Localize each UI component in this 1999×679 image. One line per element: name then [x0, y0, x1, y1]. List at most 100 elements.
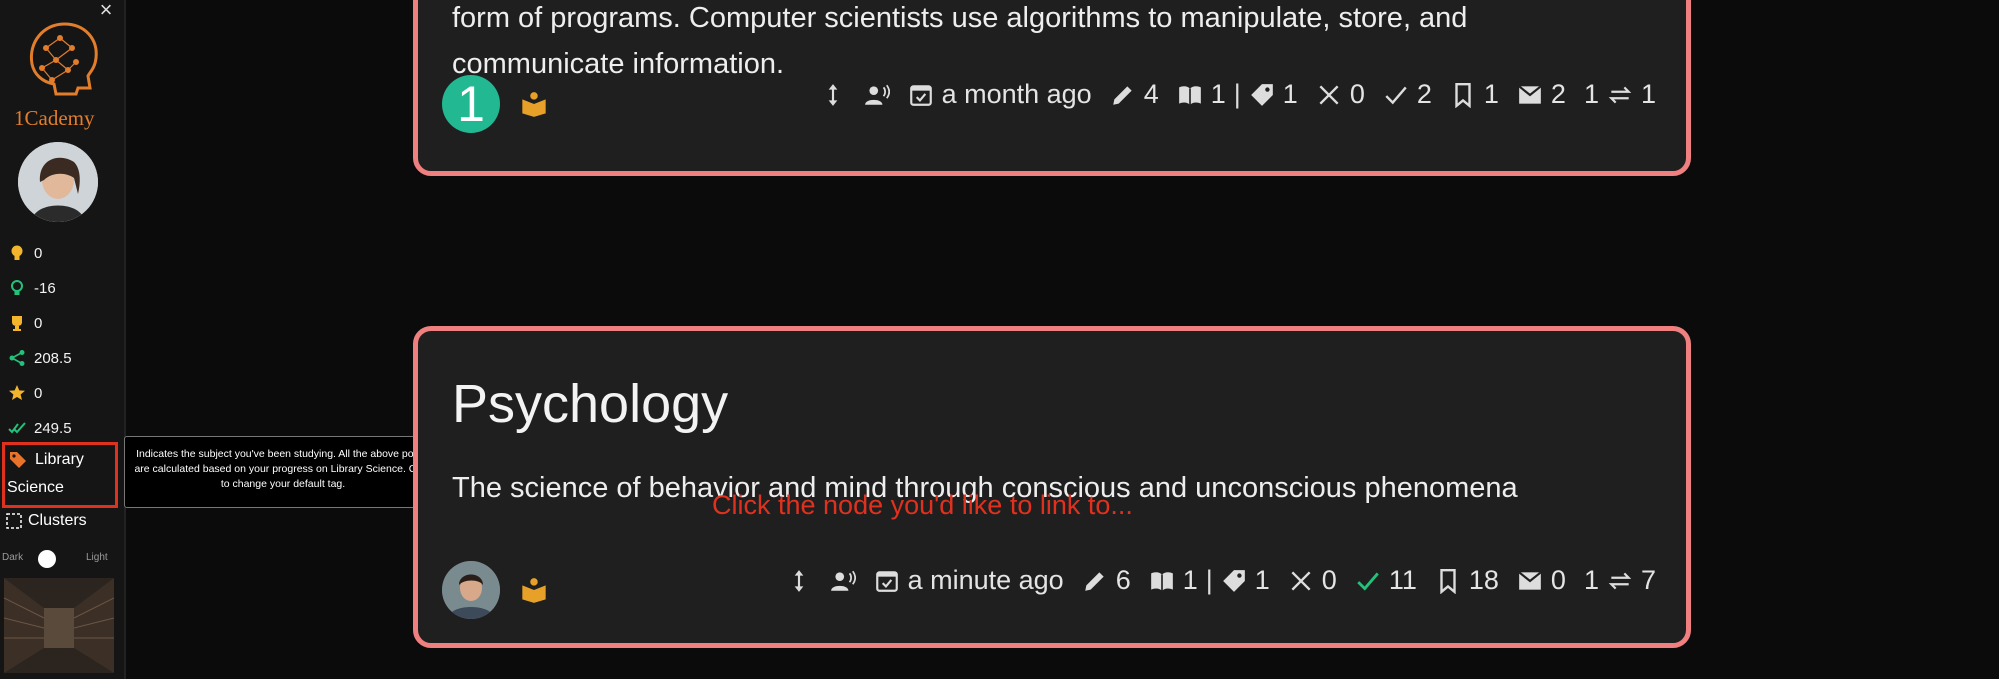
time-text: a month ago [941, 79, 1092, 109]
correct-metric[interactable]: 11 [1355, 565, 1417, 596]
book-icon [1178, 85, 1201, 105]
refs-count: 1 [1182, 565, 1198, 595]
double-check-icon [8, 422, 26, 434]
child-links-count: 7 [1640, 565, 1656, 595]
trophy-icon [12, 316, 22, 331]
links-metric[interactable]: 11 [1584, 79, 1656, 110]
node-description: form of programs. Computer scientists us… [452, 2, 1468, 80]
clusters-label: Clusters [28, 512, 87, 529]
refs-count: 1 [1210, 79, 1226, 109]
stat-row: 0 [8, 382, 42, 404]
swap-arrows-icon [1608, 86, 1632, 103]
swap-arrows-icon [1608, 572, 1632, 589]
expand-metric[interactable] [786, 568, 812, 594]
check-icon [1385, 86, 1407, 104]
edits-metric[interactable]: 4 [1110, 79, 1159, 110]
calendar-check-icon [875, 570, 898, 592]
stat-row: 0 [8, 312, 42, 334]
node-footer: a minute ago 6 1 | 1 0 11 18 0 17 [418, 561, 1686, 619]
stat-value: 0 [34, 314, 43, 332]
open-book-icon[interactable] [520, 90, 548, 118]
voice-icon [864, 84, 890, 105]
stat-value: 208.5 [34, 349, 72, 367]
tags-count: 1 [1282, 79, 1298, 109]
theme-light-label: Light [86, 552, 108, 563]
author-avatar[interactable] [442, 561, 500, 619]
edits-count: 4 [1143, 79, 1159, 109]
clusters-toggle[interactable]: Clusters [6, 512, 87, 530]
parent-links-count: 1 [1583, 565, 1599, 595]
bookmark-metric[interactable]: 18 [1435, 565, 1499, 596]
bookmark-metric[interactable]: 1 [1450, 79, 1499, 110]
sidebar: × 1Cademy 0 -16 0 208.5 0 249.5 Library … [0, 0, 126, 679]
wrong-count: 0 [1349, 79, 1365, 109]
node-number-badge[interactable]: 1 [442, 75, 500, 133]
tag-label-line1: Library [35, 451, 84, 468]
theme-switch-knob[interactable] [38, 550, 56, 568]
node-card[interactable]: Psychology The science of behavior and m… [413, 326, 1691, 648]
calendar-check-icon [909, 84, 932, 106]
child-links-count: 1 [1640, 79, 1656, 109]
tag-icon [10, 452, 26, 468]
voice-icon [830, 570, 856, 591]
stat-row: 249.5 [8, 417, 72, 439]
wrong-metric[interactable]: 0 [1316, 79, 1365, 110]
node-title: Psychology [452, 374, 729, 434]
references-metric[interactable]: 1 | 1 [1149, 565, 1270, 596]
theme-dark-label: Dark [2, 552, 24, 563]
clusters-icon [6, 513, 22, 529]
default-tag-button[interactable]: Library Science [2, 442, 118, 508]
node-footer: 1 a month ago 4 1 | 1 0 2 1 2 11 [418, 75, 1686, 133]
bulb-outline-icon [11, 280, 23, 295]
stat-row: -16 [8, 277, 56, 299]
vertical-arrows-icon [828, 83, 837, 106]
open-book-icon[interactable] [520, 576, 548, 604]
correct-count: 2 [1416, 79, 1432, 109]
node-card[interactable]: form of programs. Computer scientists us… [413, 0, 1691, 176]
stat-value: -16 [34, 279, 56, 297]
narrate-metric[interactable] [830, 568, 856, 594]
wrong-metric[interactable]: 0 [1288, 565, 1337, 596]
check-icon [1357, 572, 1379, 591]
link-mode-hint: Click the node you'd like to link to... [712, 490, 1133, 520]
stat-value: 0 [34, 244, 43, 262]
theme-switch[interactable]: Dark Light [0, 548, 120, 568]
close-icon [1319, 84, 1339, 105]
expand-metric[interactable] [820, 82, 846, 108]
stat-value: 249.5 [34, 419, 72, 437]
wrong-count: 0 [1321, 565, 1337, 595]
pencil-icon [1084, 571, 1104, 591]
mail-icon [1518, 570, 1542, 590]
links-metric[interactable]: 17 [1584, 565, 1656, 596]
messages-metric[interactable]: 2 [1517, 79, 1566, 110]
close-icon[interactable]: × [96, 0, 116, 21]
pencil-icon [1112, 85, 1132, 105]
vertical-arrows-icon [794, 569, 803, 592]
1cademy-logo [29, 22, 98, 96]
mail-icon [1518, 84, 1542, 104]
user-avatar[interactable] [18, 142, 98, 222]
share-icon [9, 350, 25, 366]
edits-metric[interactable]: 6 [1082, 565, 1131, 596]
book-icon [1150, 571, 1173, 591]
stat-row: 0 [8, 242, 42, 264]
narrate-metric[interactable] [864, 82, 890, 108]
parent-links-count: 1 [1583, 79, 1599, 109]
references-metric[interactable]: 1 | 1 [1177, 79, 1298, 110]
messages-metric[interactable]: 0 [1517, 565, 1566, 596]
tag-tooltip: Indicates the subject you've been studyi… [124, 436, 442, 508]
correct-count: 11 [1388, 565, 1417, 595]
correct-metric[interactable]: 2 [1383, 79, 1432, 110]
edits-count: 6 [1115, 565, 1131, 595]
stat-value: 0 [34, 384, 43, 402]
bookmark-count: 18 [1468, 565, 1499, 595]
time-text: a minute ago [907, 565, 1064, 595]
time-metric: a minute ago [874, 565, 1064, 596]
tag-label-line2: Science [7, 479, 64, 496]
stat-row: 208.5 [8, 347, 72, 369]
tags-count: 1 [1254, 565, 1270, 595]
bookmark-icon [1440, 568, 1456, 594]
bookmark-count: 1 [1483, 79, 1499, 109]
close-icon [1291, 570, 1311, 591]
bookmark-icon [1455, 82, 1471, 108]
